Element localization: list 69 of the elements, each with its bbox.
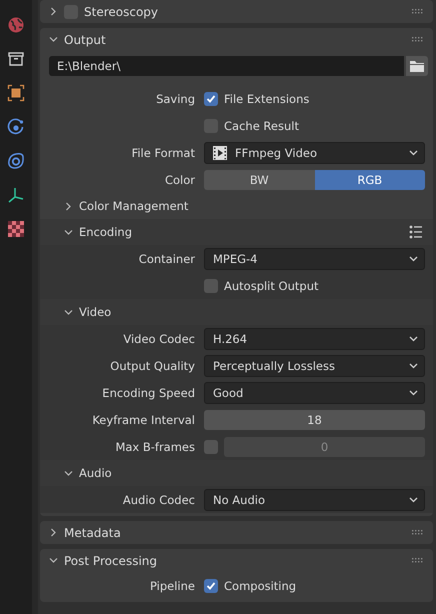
dropdown[interactable]: Perceptually Lossless bbox=[204, 354, 425, 376]
toggle-option[interactable]: BW bbox=[204, 170, 314, 190]
caret-icon bbox=[409, 390, 418, 396]
list-icon[interactable] bbox=[409, 225, 423, 239]
checkerboard-icon[interactable] bbox=[7, 220, 25, 238]
number-field[interactable]: 18 bbox=[204, 410, 425, 430]
checkbox-label[interactable]: Cache Result bbox=[224, 118, 299, 132]
field-label: Container bbox=[138, 252, 195, 266]
subpanel-title: Color Management bbox=[79, 199, 190, 213]
checkbox-label[interactable]: Autosplit Output bbox=[224, 278, 318, 292]
drag-grip-icon[interactable] bbox=[412, 9, 423, 14]
field-label: Saving bbox=[156, 92, 195, 106]
field-label: Output Quality bbox=[110, 358, 195, 372]
dropdown[interactable]: FFmpeg Video bbox=[204, 142, 425, 164]
chevron-down-icon[interactable] bbox=[64, 228, 73, 236]
globe-icon[interactable] bbox=[7, 16, 25, 34]
path-field[interactable]: E:\Blender\ bbox=[49, 56, 404, 76]
chevron-down-icon[interactable] bbox=[49, 35, 58, 44]
caret-icon bbox=[409, 496, 418, 502]
field-label: Audio Codec bbox=[122, 492, 195, 506]
panel-title[interactable]: Metadata bbox=[64, 526, 406, 540]
dropdown[interactable]: H.264 bbox=[204, 328, 425, 350]
drag-grip-icon[interactable] bbox=[412, 37, 423, 42]
caret-icon bbox=[409, 150, 418, 156]
checkbox-label[interactable]: Compositing bbox=[224, 578, 296, 592]
checkbox[interactable] bbox=[204, 578, 218, 592]
ring-icon[interactable] bbox=[7, 152, 25, 170]
caret-icon bbox=[409, 256, 418, 262]
field-label: Pipeline bbox=[150, 578, 195, 592]
caret-icon bbox=[409, 336, 418, 342]
caret-icon bbox=[409, 362, 418, 368]
field-label: Video Codec bbox=[123, 332, 195, 346]
chevron-right-icon[interactable] bbox=[49, 528, 58, 537]
checkbox[interactable] bbox=[204, 440, 218, 454]
toggle-option[interactable]: RGB bbox=[314, 170, 425, 190]
subpanel-header[interactable]: Encoding bbox=[40, 219, 433, 245]
panel-title[interactable]: Post Processing bbox=[64, 554, 406, 568]
chevron-right-icon[interactable] bbox=[49, 7, 58, 16]
checkbox[interactable] bbox=[204, 92, 218, 106]
field-label: Max B-frames bbox=[115, 440, 195, 454]
dropdown[interactable]: MPEG-4 bbox=[204, 248, 425, 270]
chevron-right-icon[interactable] bbox=[64, 202, 73, 210]
orbit-circle-icon[interactable] bbox=[7, 118, 25, 136]
subpanel-title: Encoding bbox=[79, 225, 133, 239]
panel-title[interactable]: Output bbox=[64, 32, 406, 46]
field-label: Color bbox=[164, 172, 195, 186]
field-label: Keyframe Interval bbox=[92, 412, 195, 426]
drag-grip-icon[interactable] bbox=[412, 530, 423, 535]
checkbox-label[interactable]: File Extensions bbox=[224, 92, 310, 106]
field-label: File Format bbox=[132, 146, 195, 160]
panel-title[interactable]: Stereoscopy bbox=[84, 4, 406, 18]
folder-icon bbox=[409, 59, 425, 73]
chevron-down-icon[interactable] bbox=[64, 468, 73, 478]
subpanel-header[interactable]: Color Management bbox=[40, 193, 433, 219]
chevron-down-icon[interactable] bbox=[49, 556, 58, 565]
object-square-icon[interactable] bbox=[7, 84, 25, 102]
subpanel-header[interactable]: Audio bbox=[40, 460, 433, 486]
subpanel-header[interactable]: Video bbox=[40, 299, 433, 325]
chevron-down-icon[interactable] bbox=[64, 308, 73, 316]
archive-box-icon[interactable] bbox=[7, 50, 25, 68]
dropdown[interactable]: Good bbox=[204, 382, 425, 404]
subpanel-title: Video bbox=[79, 305, 112, 319]
folder-button[interactable] bbox=[406, 56, 428, 76]
checkbox[interactable] bbox=[204, 278, 218, 292]
axes-icon[interactable] bbox=[7, 186, 25, 204]
subpanel-title: Audio bbox=[79, 466, 113, 480]
dropdown[interactable]: No Audio bbox=[204, 488, 425, 510]
field-label: Encoding Speed bbox=[102, 386, 195, 400]
drag-grip-icon[interactable] bbox=[412, 558, 423, 563]
